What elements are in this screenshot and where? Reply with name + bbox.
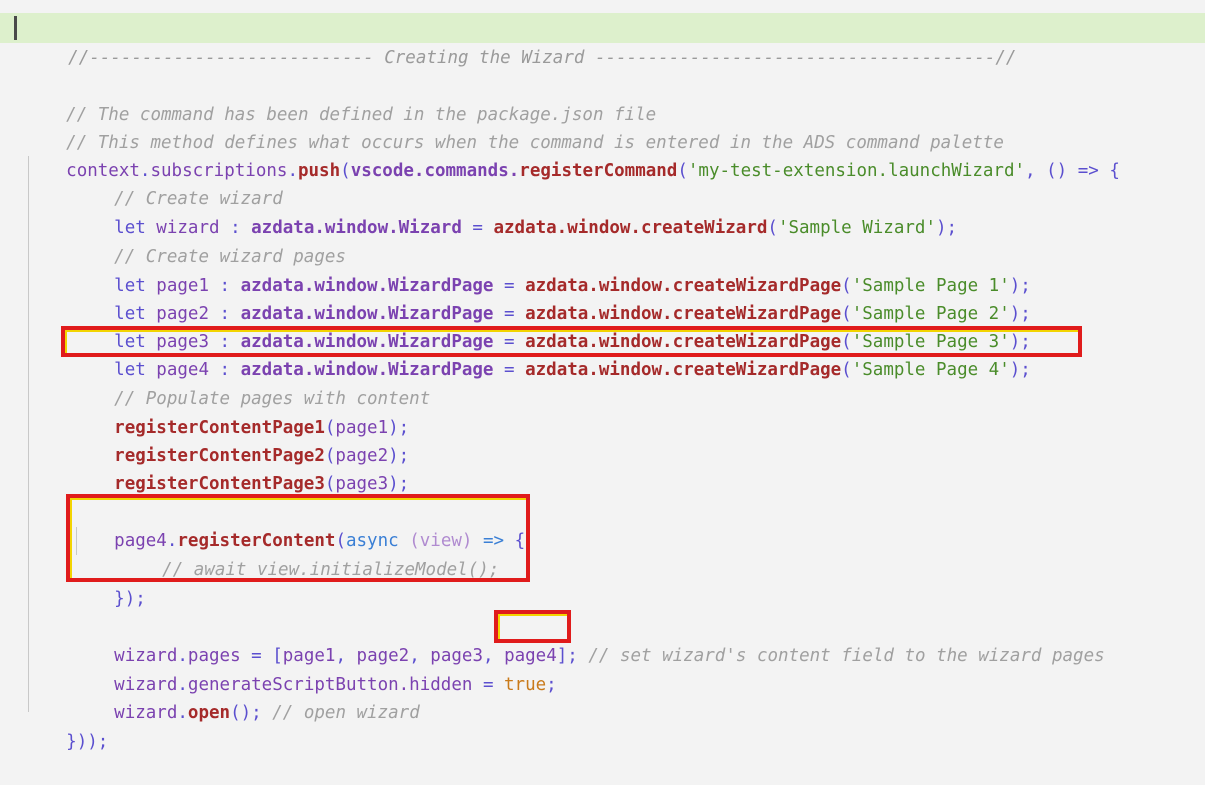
section-header-comment: //--------------------------- Creating t… bbox=[0, 13, 1205, 68]
code-line-comment-5: // Populate pages with content bbox=[0, 356, 1205, 409]
code-line-create-page-4: let page4 : azdata.window.WizardPage = a… bbox=[0, 327, 1205, 380]
token-close-callback: }); bbox=[114, 588, 146, 609]
code-line-close-all: })); bbox=[0, 699, 1205, 752]
code-line-wizard-open: wizard.open(); // open wizard bbox=[0, 670, 1205, 723]
token-paren: ( bbox=[324, 473, 336, 494]
code-line-close-callback: }); bbox=[0, 556, 1205, 609]
code-line-create-wizard: let wizard : azdata.window.Wizard = azda… bbox=[0, 185, 1205, 238]
code-line-register-content-page-2: registerContentPage2(page2); bbox=[0, 413, 1205, 466]
token-paren-close: ); bbox=[388, 473, 410, 494]
code-editor-surface: //--------------------------- Creating t… bbox=[0, 0, 1205, 752]
token-arg: page3 bbox=[335, 473, 389, 494]
code-line-comment-3: // Create wizard bbox=[0, 156, 1205, 209]
code-line-register-content-callback: page4.registerContent(async (view) => { bbox=[0, 498, 1205, 551]
token-close-all: })); bbox=[66, 731, 109, 752]
code-line-comment-4: // Create wizard pages bbox=[0, 214, 1205, 267]
code-line-wizard-pages: wizard.pages = [page1, page2, page3, pag… bbox=[0, 613, 1205, 666]
code-line-create-page-2: let page2 : azdata.window.WizardPage = a… bbox=[0, 271, 1205, 324]
code-line-register-content-page-1: registerContentPage1(page1); bbox=[0, 385, 1205, 438]
code-line-comment-2: // This method defines what occurs when … bbox=[0, 100, 1205, 153]
code-line-comment-1: // The command has been defined in the p… bbox=[0, 72, 1205, 125]
code-line-comment-6: // await view.initializeModel(); bbox=[0, 527, 1205, 580]
current-line-marker bbox=[14, 16, 17, 40]
code-line-create-page-1: let page1 : azdata.window.WizardPage = a… bbox=[0, 243, 1205, 296]
code-line-generate-script-button: wizard.generateScriptButton.hidden = tru… bbox=[0, 642, 1205, 695]
code-line-register-content-page-3: registerContentPage3(page3); bbox=[0, 441, 1205, 494]
code-line-register-command: context.subscriptions.push(vscode.comman… bbox=[0, 128, 1205, 181]
code-line-create-page-3: let page3 : azdata.window.WizardPage = a… bbox=[0, 299, 1205, 352]
token-function-name: registerContentPage3 bbox=[114, 473, 325, 494]
section-header-text: //--------------------------- Creating t… bbox=[68, 48, 1017, 68]
